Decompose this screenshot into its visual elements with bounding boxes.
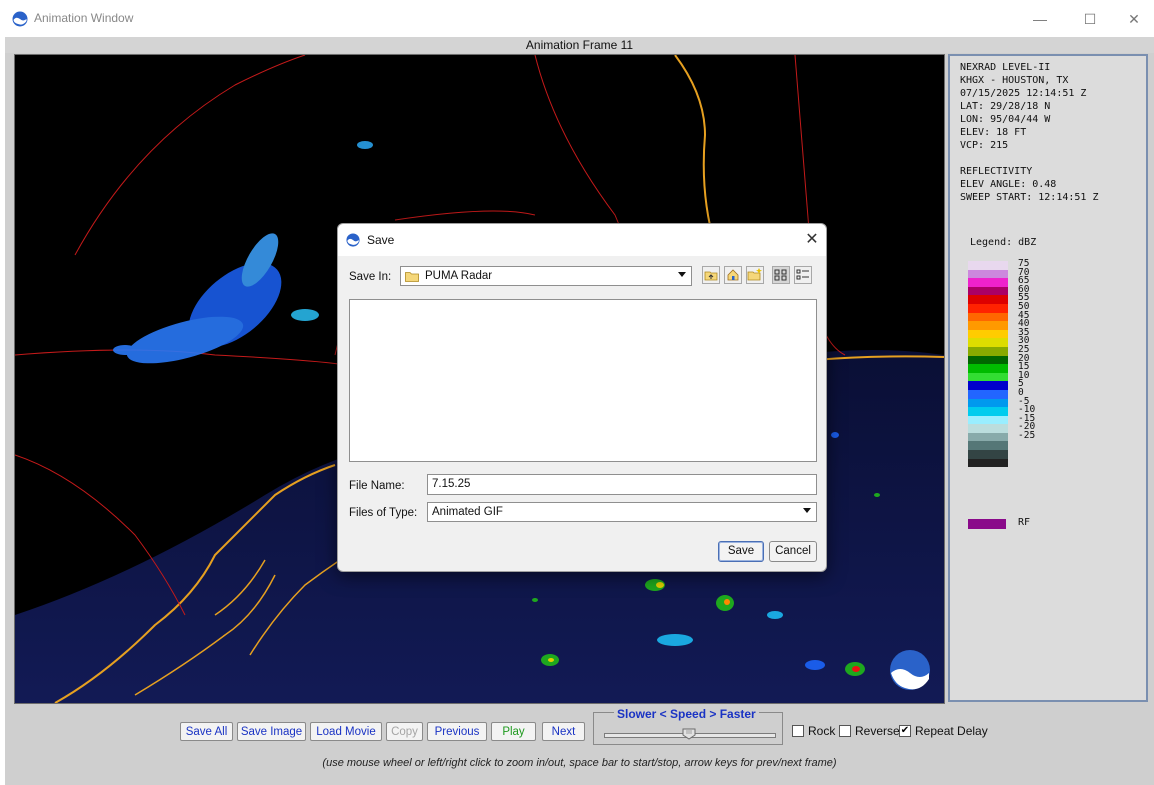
file-type-combo[interactable]: Animated GIF [427,502,817,522]
legend-color-swatch [968,415,1008,425]
legend-title: Legend: dBZ [970,237,1037,248]
up-one-level-button[interactable] [702,266,720,284]
legend-color-swatch [968,424,1008,433]
legend-color-swatch [968,372,1008,382]
info-lon: LON: 95/04/44 W [960,114,1051,125]
save-image-button[interactable]: Save Image [237,722,306,741]
legend-color-swatch [968,441,1008,451]
repeat-delay-label: Repeat Delay [915,724,988,738]
legend-color-swatch [968,407,1008,416]
minimize-button[interactable]: — [1020,6,1060,32]
home-button[interactable] [724,266,742,284]
next-button[interactable]: Next [542,722,585,741]
rf-swatch [968,519,1006,529]
new-folder-button[interactable] [746,266,764,284]
speed-slider-thumb[interactable] [682,728,696,740]
legend-color-swatch [968,432,1008,442]
file-list[interactable] [349,299,817,462]
save-dialog: Save ✕ Save In: PUMA Radar File Name: 7.… [337,223,827,572]
cancel-button[interactable]: Cancel [769,541,817,562]
info-moment: REFLECTIVITY [960,166,1033,177]
save-in-value: PUMA Radar [425,270,493,282]
legend-color-swatch [968,364,1008,373]
legend-color-swatch [968,269,1008,279]
legend-color-swatch [968,286,1008,296]
chevron-down-icon [803,508,811,513]
chevron-down-icon [678,272,686,277]
new-folder-icon [747,268,762,281]
folder-up-icon [704,271,718,281]
legend-label: -25 [1018,430,1036,441]
folder-icon [405,272,419,282]
legend-color-swatch [968,338,1008,347]
legend-color-swatch [968,355,1008,365]
list-view-button[interactable] [772,266,790,284]
dialog-title: Save [367,233,395,247]
rock-checkbox[interactable] [792,725,804,737]
legend-color-swatch [968,450,1008,459]
legend-color-swatch [968,312,1008,322]
info-lat: LAT: 29/28/18 N [960,101,1051,112]
file-type-value: Animated GIF [432,506,503,518]
details-view-icon [796,269,809,280]
reverse-label: Reverse [855,724,900,738]
details-view-button[interactable] [794,266,812,284]
frame-label: Animation Frame 11 [5,37,1154,53]
save-button[interactable]: Save [718,541,764,562]
file-name-input[interactable]: 7.15.25 [427,474,817,495]
legend-color-swatch [968,295,1008,304]
play-button[interactable]: Play [491,722,536,741]
info-vcp: VCP: 215 [960,140,1009,151]
speed-control: Slower < Speed > Faster [593,707,783,745]
close-window-button[interactable]: ✕ [1114,6,1154,32]
info-sweep-start: SWEEP START: 12:14:51 Z [960,192,1099,203]
file-name-label: File Name: [349,480,405,492]
repeat-delay-checkbox[interactable]: ✔ [899,725,911,737]
legend-color-swatch [968,389,1008,399]
previous-button[interactable]: Previous [427,722,487,741]
save-all-button[interactable]: Save All [180,722,233,741]
info-datetime: 07/15/2025 12:14:51 Z [960,88,1087,99]
legend-color-bar [968,261,1008,468]
home-icon [727,269,739,281]
reverse-checkbox[interactable] [839,725,851,737]
radar-info-panel: NEXRAD LEVEL-II KHGX - HOUSTON, TX 07/15… [948,54,1148,702]
info-elev-angle: ELEV ANGLE: 0.48 [960,179,1057,190]
info-product: NEXRAD LEVEL-II [960,62,1051,73]
legend-color-swatch [968,329,1008,339]
legend-color-swatch [968,261,1008,270]
noaa-dialog-icon [346,233,360,247]
copy-button[interactable]: Copy [386,722,423,741]
legend-color-swatch [968,303,1008,313]
noaa-logo [890,650,930,690]
info-station: KHGX - HOUSTON, TX [960,75,1069,86]
rock-label: Rock [808,724,836,738]
animation-controls: Save All Save Image Load Movie Copy Prev… [5,705,1154,785]
info-elev: ELEV: 18 FT [960,127,1027,138]
file-type-label: Files of Type: [349,507,418,519]
check-icon: ✔ [900,725,910,736]
save-in-combo[interactable]: PUMA Radar [400,266,692,286]
save-in-label: Save In: [349,271,392,283]
window-title: Animation Window [34,11,134,25]
legend-color-swatch [968,278,1008,287]
window-title-bar: Animation Window — ☐ ✕ [0,0,1154,37]
speed-label: Slower < Speed > Faster [614,707,759,721]
list-view-icon [774,269,787,281]
usage-hint: (use mouse wheel or left/right click to … [322,757,837,769]
dialog-close-button[interactable]: ✕ [803,229,821,249]
legend-color-swatch [968,321,1008,330]
legend-color-swatch [968,458,1008,468]
dialog-title-bar: Save ✕ [338,224,826,256]
legend-color-swatch [968,398,1008,408]
maximize-button[interactable]: ☐ [1070,6,1110,32]
rf-label: RF [1018,517,1031,528]
legend-color-swatch [968,346,1008,356]
legend-color-swatch [968,381,1008,390]
load-movie-button[interactable]: Load Movie [310,722,382,741]
noaa-app-icon [12,11,28,27]
